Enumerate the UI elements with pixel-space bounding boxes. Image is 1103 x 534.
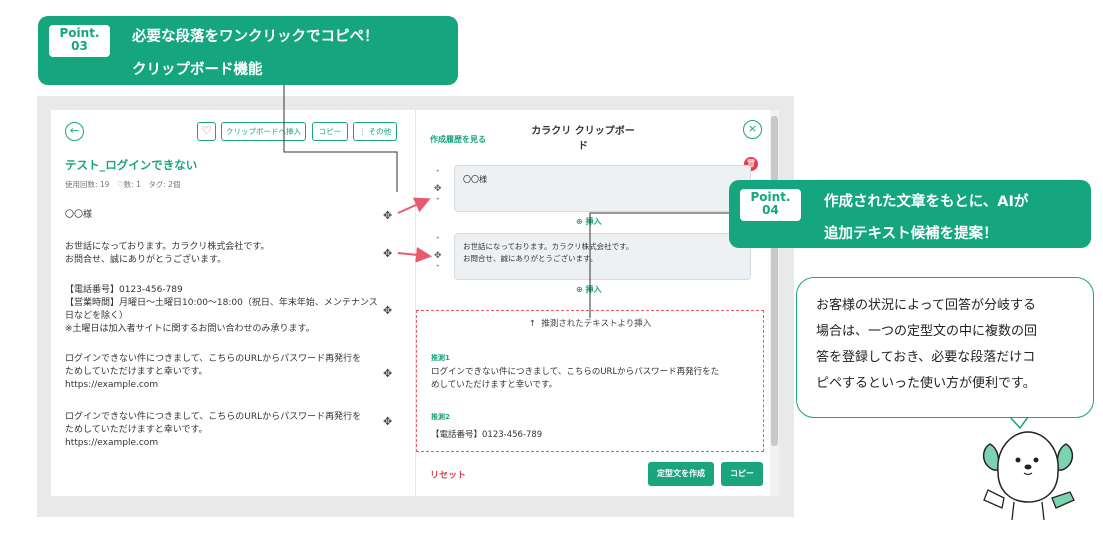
suggestion-header: ↑ 推測されたテキストより挿入: [417, 317, 763, 329]
callout-line-2: クリップボード機能: [132, 62, 263, 78]
callout-line-1: 必要な段落をワンクリックでコピペ！: [132, 29, 379, 45]
drag-handle-icon[interactable]: ✥: [383, 209, 392, 222]
speech-line: 答を登録しておき、必要な段落だけコ: [816, 350, 1036, 365]
chevron-up-icon[interactable]: ˆ: [434, 235, 442, 249]
favorite-button[interactable]: ♡: [197, 122, 216, 141]
clipboard-title: カラクリ クリップボー ド: [528, 124, 638, 154]
paragraph-block: 【電話番号】0123-456-789 【営業時間】月曜日～土曜日10:00～18…: [65, 284, 378, 336]
template-meta: 使用回数: 19 ♡数: 1 タグ: 2個: [65, 180, 181, 189]
guess-line: ログインできない件につきまして、こちらのURLからパスワード再発行をた: [431, 367, 720, 377]
guess-text[interactable]: 【電話番号】0123-456-789: [431, 428, 542, 440]
guess-line: めしていただけますと幸いです。: [431, 380, 558, 390]
plus-icon: ⊕: [576, 285, 583, 294]
speech-line: 場合は、一つの定型文の中に複数の回: [816, 324, 1038, 339]
drag-handle-icon[interactable]: ✥: [383, 367, 392, 380]
clipboard-card-line: お問合せ、誠にありがとうございます。: [463, 254, 598, 263]
chevron-up-icon[interactable]: ˆ: [434, 168, 442, 182]
create-template-button[interactable]: 定型文を作成: [648, 462, 714, 486]
arrow-up-icon: ↑: [528, 319, 536, 329]
insert-button[interactable]: ⊕ 挿入: [576, 216, 602, 227]
paragraph-line: ためしていただけますと幸いです。: [65, 367, 208, 377]
point-badge-number: 03: [71, 39, 88, 53]
speech-line: ピペするといった使い方が便利です。: [816, 376, 1036, 391]
paragraph-line: ※土曜日は加入者サイトに関するお問い合わせのみ承ります。: [65, 324, 315, 334]
reorder-controls[interactable]: ˆ ✥ ˇ: [434, 168, 442, 210]
paragraph-line: ためしていただけますと幸いです。: [65, 425, 208, 435]
clipboard-title-line: ド: [578, 141, 588, 152]
back-icon[interactable]: ←: [65, 122, 84, 141]
callout-line-1: 作成された文章をもとに、AIが: [824, 194, 1029, 210]
paragraph-line: お問合せ、誠にありがとうございます。: [65, 255, 227, 265]
callout-line-2: 追加テキスト候補を提案！: [824, 226, 998, 242]
drag-handle-icon[interactable]: ✥: [383, 415, 392, 428]
plus-icon: ⊕: [576, 217, 583, 226]
chevron-down-icon[interactable]: ˇ: [434, 196, 442, 210]
paragraph-line: 【電話番号】0123-456-789: [65, 285, 183, 295]
paragraph-block: ログインできない件につきまして、こちらのURLからパスワード再発行を ためしてい…: [65, 353, 361, 392]
callout-point-03: Point. 03 必要な段落をワンクリックでコピペ！ クリップボード機能: [38, 16, 458, 85]
reset-button[interactable]: リセット: [430, 468, 466, 481]
paragraph-line: ログインできない件につきまして、こちらのURLからパスワード再発行を: [65, 354, 362, 364]
insert-label: 挿入: [585, 285, 602, 294]
paragraph-line: お世話になっております。カラクリ株式会社です。: [65, 242, 270, 252]
paragraph-line: https://example.com: [65, 380, 159, 390]
paragraph-block: お世話になっております。カラクリ株式会社です。 お問合せ、誠にありがとうございま…: [65, 241, 269, 267]
guess-text[interactable]: ログインできない件につきまして、こちらのURLからパスワード再発行をた めしてい…: [431, 366, 719, 392]
drag-handle-icon[interactable]: ✥: [383, 304, 392, 317]
paragraph-line: ログインできない件につきまして、こちらのURLからパスワード再発行を: [65, 412, 362, 422]
clipboard-card-text: お世話になっております。カラクリ株式会社です。 お問合せ、誠にありがとうございま…: [463, 241, 633, 265]
paragraph-line: 日などを除く）: [65, 311, 129, 321]
suggestion-header-label: 推測されたテキストより挿入: [541, 319, 652, 329]
more-button[interactable]: ⋮ その他: [353, 122, 397, 141]
clipboard-card: 〇〇様: [454, 165, 751, 212]
clipboard-card-text: 〇〇様: [463, 175, 487, 184]
point-badge-04: Point. 04: [740, 189, 801, 221]
drag-handle-icon[interactable]: ✥: [434, 182, 442, 196]
drag-handle-icon[interactable]: ✥: [434, 249, 442, 263]
close-icon[interactable]: ×: [743, 120, 762, 139]
scrollbar[interactable]: [770, 110, 779, 496]
point-badge-03: Point. 03: [49, 25, 110, 57]
clipboard-panel: 作成履歴を見る カラクリ クリップボー ド × 🗑 ˆ ✥ ˇ 〇〇様 ⊕ 挿入…: [416, 110, 770, 496]
mascot-dog-illustration: [982, 431, 1075, 521]
suggestion-box: ↑ 推測されたテキストより挿入 推測1 ログインできない件につきまして、こちらの…: [416, 310, 764, 452]
guess-label: 推測2: [431, 413, 450, 421]
template-title: テスト_ログインできない: [65, 158, 198, 172]
reorder-controls[interactable]: ˆ ✥ ˇ: [434, 235, 442, 277]
paragraph-block: ログインできない件につきまして、こちらのURLからパスワード再発行を ためしてい…: [65, 411, 361, 450]
copy-button[interactable]: コピー: [721, 462, 763, 486]
clipboard-card-line: お世話になっております。カラクリ株式会社です。: [463, 242, 634, 251]
chevron-down-icon[interactable]: ˇ: [434, 263, 442, 277]
template-detail-panel: ← ♡ クリップボードへ挿入 コピー ⋮ その他 テスト_ログインできない 使用…: [51, 110, 415, 496]
clipboard-title-line: カラクリ クリップボー: [531, 126, 635, 137]
callout-point-04: Point. 04 作成された文章をもとに、AIが 追加テキスト候補を提案！: [729, 180, 1091, 248]
clipboard-card: お世話になっております。カラクリ株式会社です。 お問合せ、誠にありがとうございま…: [454, 233, 751, 280]
clipboard-insert-button[interactable]: クリップボードへ挿入: [221, 122, 306, 141]
drag-handle-icon[interactable]: ✥: [383, 247, 392, 260]
paragraph-line: 〇〇様: [65, 210, 93, 220]
speech-line: お客様の状況によって回答が分岐する: [816, 298, 1036, 313]
scrollbar-thumb[interactable]: [771, 116, 778, 446]
paragraph-line: https://example.com: [65, 438, 159, 448]
point-badge-number: 04: [762, 203, 779, 217]
insert-label: 挿入: [585, 217, 602, 226]
copy-button[interactable]: コピー: [312, 122, 348, 141]
guess-label: 推測1: [431, 354, 450, 362]
paragraph-line: 【営業時間】月曜日～土曜日10:00～18:00（祝日、年末年始、メンテナンス: [65, 298, 378, 308]
insert-button[interactable]: ⊕ 挿入: [576, 284, 602, 295]
paragraph-block: 〇〇様: [65, 209, 92, 222]
history-link[interactable]: 作成履歴を見る: [430, 134, 486, 145]
